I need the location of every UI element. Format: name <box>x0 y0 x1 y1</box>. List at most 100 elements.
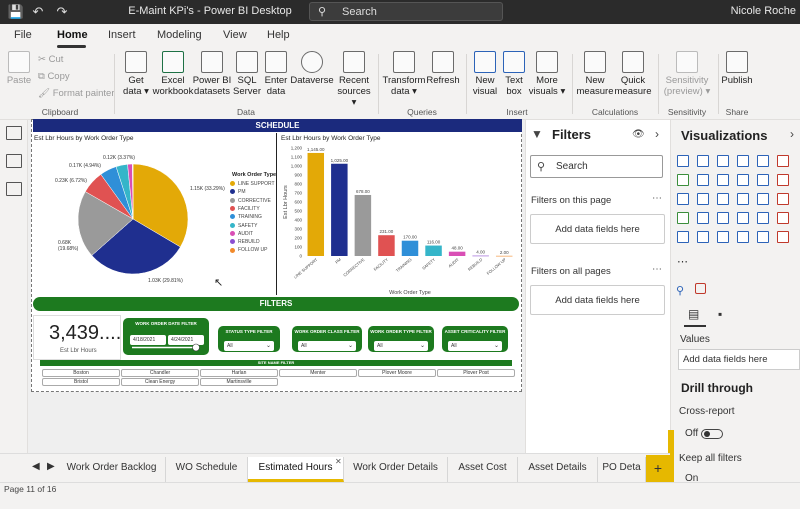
work-order-type-dropdown[interactable]: All ⌄ <box>374 341 428 351</box>
previous-page-arrow-icon[interactable]: ◀ <box>32 461 40 472</box>
publish-button[interactable]: Publish <box>720 51 754 86</box>
visual-type-icon[interactable] <box>757 193 769 205</box>
site-button-bristol[interactable]: Bristol <box>42 378 120 386</box>
paste-button[interactable]: Paste <box>6 51 32 86</box>
page-filters-drop-zone[interactable]: Add data fields here <box>530 214 665 244</box>
bar[interactable] <box>331 163 348 256</box>
pie-chart[interactable] <box>76 162 190 276</box>
search-box[interactable]: ⚲ Search <box>309 2 503 21</box>
collapse-chevron-icon[interactable]: › <box>655 127 659 141</box>
visual-type-icon[interactable] <box>777 212 789 224</box>
dataverse-button[interactable]: Dataverse <box>290 51 334 86</box>
eye-icon[interactable]: 👁 <box>632 129 645 140</box>
get-data-button[interactable]: Get data ▾ <box>120 51 152 97</box>
filters-search-input[interactable]: ⚲ Search <box>530 155 663 178</box>
save-icon[interactable]: 💾 <box>6 2 26 22</box>
legend-item[interactable]: SAFETY <box>230 223 257 229</box>
visual-type-icon[interactable] <box>717 212 729 224</box>
asset-criticality-slicer[interactable]: ASSET CRITICALITY FILTER All ⌄ <box>442 326 508 352</box>
format-painter-button[interactable]: 🖌 Format painter <box>38 88 114 99</box>
visual-type-icon[interactable] <box>677 174 689 186</box>
format-paint-roller-icon[interactable]: ▪ <box>718 307 722 321</box>
redo-icon[interactable]: ↷ <box>52 2 72 22</box>
close-icon[interactable]: ✕ <box>335 457 342 466</box>
visual-type-icon[interactable] <box>757 174 769 186</box>
visual-type-icon[interactable] <box>677 155 689 167</box>
visual-type-icon[interactable] <box>777 193 789 205</box>
legend-item[interactable]: REBUILD <box>230 239 260 245</box>
site-button-martinsville[interactable]: Martinsville <box>200 378 278 386</box>
legend-item[interactable]: FACILITY <box>230 206 260 212</box>
visual-type-icon[interactable] <box>677 193 689 205</box>
page-tab-estimated-hours[interactable]: Estimated Hours <box>248 457 344 482</box>
tab-home[interactable]: Home <box>57 29 88 41</box>
more-visuals-icon[interactable]: ⋯ <box>677 255 688 268</box>
page-tab-work-order-details[interactable]: Work Order Details <box>344 457 448 482</box>
excel-workbook-button[interactable]: Excel workbook <box>152 51 194 97</box>
work-order-type-slicer[interactable]: WORK ORDER TYPE FILTER All ⌄ <box>368 326 434 352</box>
more-visuals-button[interactable]: More visuals ▾ <box>528 51 566 97</box>
bar[interactable] <box>448 251 466 256</box>
more-options-icon[interactable]: ⋯ <box>652 264 662 275</box>
visual-type-icon[interactable] <box>737 174 749 186</box>
bar[interactable] <box>378 235 395 256</box>
visual-type-icon[interactable] <box>677 212 689 224</box>
visual-type-icon[interactable] <box>697 212 709 224</box>
user-name[interactable]: Nicole Roche <box>731 5 796 17</box>
fields-tab-icon[interactable]: ▤ <box>688 307 699 321</box>
app-icon[interactable] <box>695 283 706 294</box>
visual-type-icon[interactable] <box>717 193 729 205</box>
bar[interactable] <box>354 194 372 256</box>
date-range-slider[interactable] <box>130 343 204 352</box>
tab-insert[interactable]: Insert <box>108 29 136 41</box>
powerbi-datasets-button[interactable]: Power BI datasets <box>192 51 232 97</box>
bar[interactable] <box>307 152 325 256</box>
values-drop-zone[interactable]: Add data fields here <box>678 349 800 370</box>
visual-type-icon[interactable] <box>697 155 709 167</box>
data-view-icon[interactable] <box>6 154 22 168</box>
site-button-chandler[interactable]: Chandler <box>121 369 199 377</box>
legend-item[interactable]: PM <box>230 189 246 195</box>
page-tab-asset-details[interactable]: Asset Details <box>518 457 598 482</box>
report-view-icon[interactable] <box>6 126 22 140</box>
visual-type-icon[interactable] <box>717 174 729 186</box>
bar[interactable] <box>401 240 419 256</box>
recent-sources-button[interactable]: Recent sources ▾ <box>334 51 374 108</box>
new-measure-button[interactable]: New measure <box>576 51 614 97</box>
visual-type-icon[interactable] <box>777 155 789 167</box>
site-button-menter[interactable]: Menter <box>279 369 357 377</box>
page-tab-work-order-backlog[interactable]: Work Order Backlog <box>58 457 166 482</box>
model-view-icon[interactable] <box>6 182 22 196</box>
work-order-class-slicer[interactable]: WORK ORDER CLASS FILTER All ⌄ <box>292 326 362 352</box>
undo-icon[interactable]: ↶ <box>28 2 48 22</box>
visual-type-icon[interactable] <box>697 174 709 186</box>
status-type-dropdown[interactable]: All ⌄ <box>224 341 274 351</box>
legend-item[interactable]: TRAINING <box>230 214 262 220</box>
more-options-icon[interactable]: ⋯ <box>652 193 662 204</box>
site-button-plover-post[interactable]: Plover Post <box>437 369 515 377</box>
visual-type-icon[interactable] <box>717 155 729 167</box>
legend-item[interactable]: AUDIT <box>230 231 253 237</box>
page-tab-asset-cost[interactable]: Asset Cost <box>448 457 518 482</box>
tab-modeling[interactable]: Modeling <box>157 29 202 41</box>
visual-type-icon[interactable] <box>757 212 769 224</box>
bar[interactable] <box>425 245 442 256</box>
enter-data-button[interactable]: Enter data <box>262 51 290 97</box>
site-button-plover-moore[interactable]: Plover Moore <box>358 369 436 377</box>
add-page-button[interactable]: + <box>646 455 670 482</box>
sql-server-button[interactable]: SQL Server <box>232 51 262 97</box>
refresh-button[interactable]: Refresh <box>425 51 461 86</box>
quick-measure-button[interactable]: Quick measure <box>614 51 652 97</box>
visual-type-icon[interactable] <box>737 193 749 205</box>
all-pages-filters-drop-zone[interactable]: Add data fields here <box>530 285 665 315</box>
cross-report-toggle[interactable] <box>701 429 723 439</box>
tab-file[interactable]: File <box>14 29 32 41</box>
site-button-harlan[interactable]: Harlan <box>200 369 278 377</box>
bar[interactable] <box>472 255 489 257</box>
asset-criticality-dropdown[interactable]: All ⌄ <box>448 341 502 351</box>
visual-type-icon[interactable] <box>757 155 769 167</box>
legend-item[interactable]: CORRECTIVE <box>230 198 271 204</box>
sensitivity-button[interactable]: Sensitivity (preview) ▾ <box>662 51 712 97</box>
collapse-chevron-icon[interactable]: › <box>790 127 794 141</box>
search-icon[interactable]: ⚲ <box>676 284 684 297</box>
